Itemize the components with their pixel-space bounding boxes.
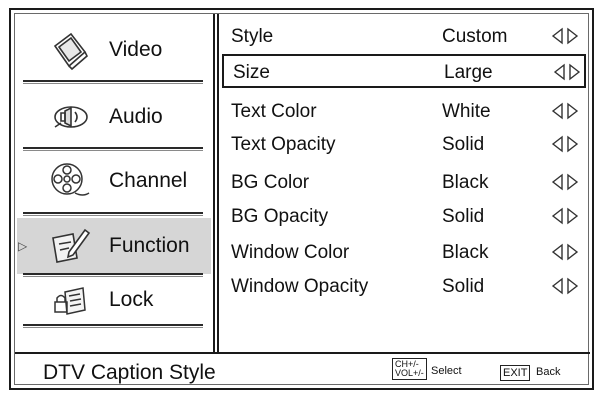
left-right-arrows-icon — [551, 102, 579, 120]
lock-icon — [54, 287, 86, 315]
sidebar-item-channel[interactable]: Channel — [17, 153, 211, 209]
option-row-bg-color[interactable]: BG Color Black — [222, 166, 586, 200]
sidebar-item-audio[interactable]: Audio — [17, 89, 211, 145]
sidebar-divider — [23, 147, 203, 151]
channel-icon — [51, 163, 90, 196]
ch-vol-key-badge: CH+/- VOL+/- — [392, 358, 427, 380]
option-value: Custom — [442, 26, 508, 47]
left-right-arrows-icon — [551, 135, 579, 153]
sidebar-divider — [23, 80, 203, 84]
back-hint: Back — [536, 366, 561, 378]
sidebar-item-lock[interactable]: Lock — [17, 272, 211, 328]
option-value: Large — [444, 62, 493, 83]
option-name: BG Color — [231, 172, 310, 193]
options-panel: Style Custom Size Large Text Color White… — [220, 14, 590, 352]
option-name: Text Color — [231, 101, 317, 122]
sidebar-item-video[interactable]: Video — [17, 22, 211, 78]
option-row-text-opacity[interactable]: Text Opacity Solid — [222, 128, 586, 162]
option-row-window-opacity[interactable]: Window Opacity Solid — [222, 270, 586, 304]
option-name: Window Opacity — [231, 276, 369, 297]
menu-inner: Video Audio Channel ▷ Function Lock Styl… — [14, 13, 590, 388]
selected-arrow-icon: ▷ — [18, 239, 28, 253]
left-right-arrows-icon — [553, 63, 581, 81]
option-row-style[interactable]: Style Custom — [222, 20, 586, 54]
option-value: White — [442, 101, 491, 122]
video-icon — [53, 32, 88, 71]
function-icon — [52, 228, 91, 263]
option-row-text-color[interactable]: Text Color White — [222, 95, 586, 129]
left-right-arrows-icon — [551, 243, 579, 261]
panel-divider — [213, 14, 219, 352]
sidebar-item-label: Channel — [109, 169, 188, 192]
sidebar: Video Audio Channel ▷ Function Lock — [15, 14, 213, 352]
option-row-bg-opacity[interactable]: BG Opacity Solid — [222, 200, 586, 234]
option-name: Window Color — [231, 242, 350, 263]
option-row-size[interactable]: Size Large — [222, 54, 586, 88]
left-right-arrows-icon — [551, 173, 579, 191]
left-right-arrows-icon — [551, 207, 579, 225]
status-title: DTV Caption Style — [43, 361, 216, 384]
status-bar: DTV Caption Style CH+/- VOL+/- Select EX… — [15, 352, 590, 388]
option-value: Solid — [442, 206, 485, 227]
option-value: Solid — [442, 276, 485, 297]
vol-key-label: VOL+/- — [395, 368, 424, 378]
select-hint: Select — [431, 365, 462, 377]
audio-icon — [54, 106, 88, 128]
option-name: BG Opacity — [231, 206, 329, 227]
option-name: Size — [233, 62, 270, 83]
exit-key-badge: EXIT — [500, 365, 531, 381]
option-value: Black — [442, 172, 489, 193]
left-right-arrows-icon — [551, 277, 579, 295]
sidebar-divider — [23, 324, 203, 328]
sidebar-item-label: Function — [109, 234, 190, 257]
left-right-arrows-icon — [551, 27, 579, 45]
sidebar-item-label: Video — [109, 38, 163, 61]
sidebar-item-label: Audio — [109, 105, 163, 128]
sidebar-divider — [23, 212, 203, 216]
option-value: Black — [442, 242, 489, 263]
option-name: Text Opacity — [231, 134, 336, 155]
menu-frame: Video Audio Channel ▷ Function Lock Styl… — [9, 8, 594, 390]
option-value: Solid — [442, 134, 485, 155]
option-name: Style — [231, 26, 274, 47]
option-row-window-color[interactable]: Window Color Black — [222, 236, 586, 270]
sidebar-item-label: Lock — [109, 288, 154, 311]
sidebar-item-function[interactable]: ▷ Function — [17, 218, 211, 274]
